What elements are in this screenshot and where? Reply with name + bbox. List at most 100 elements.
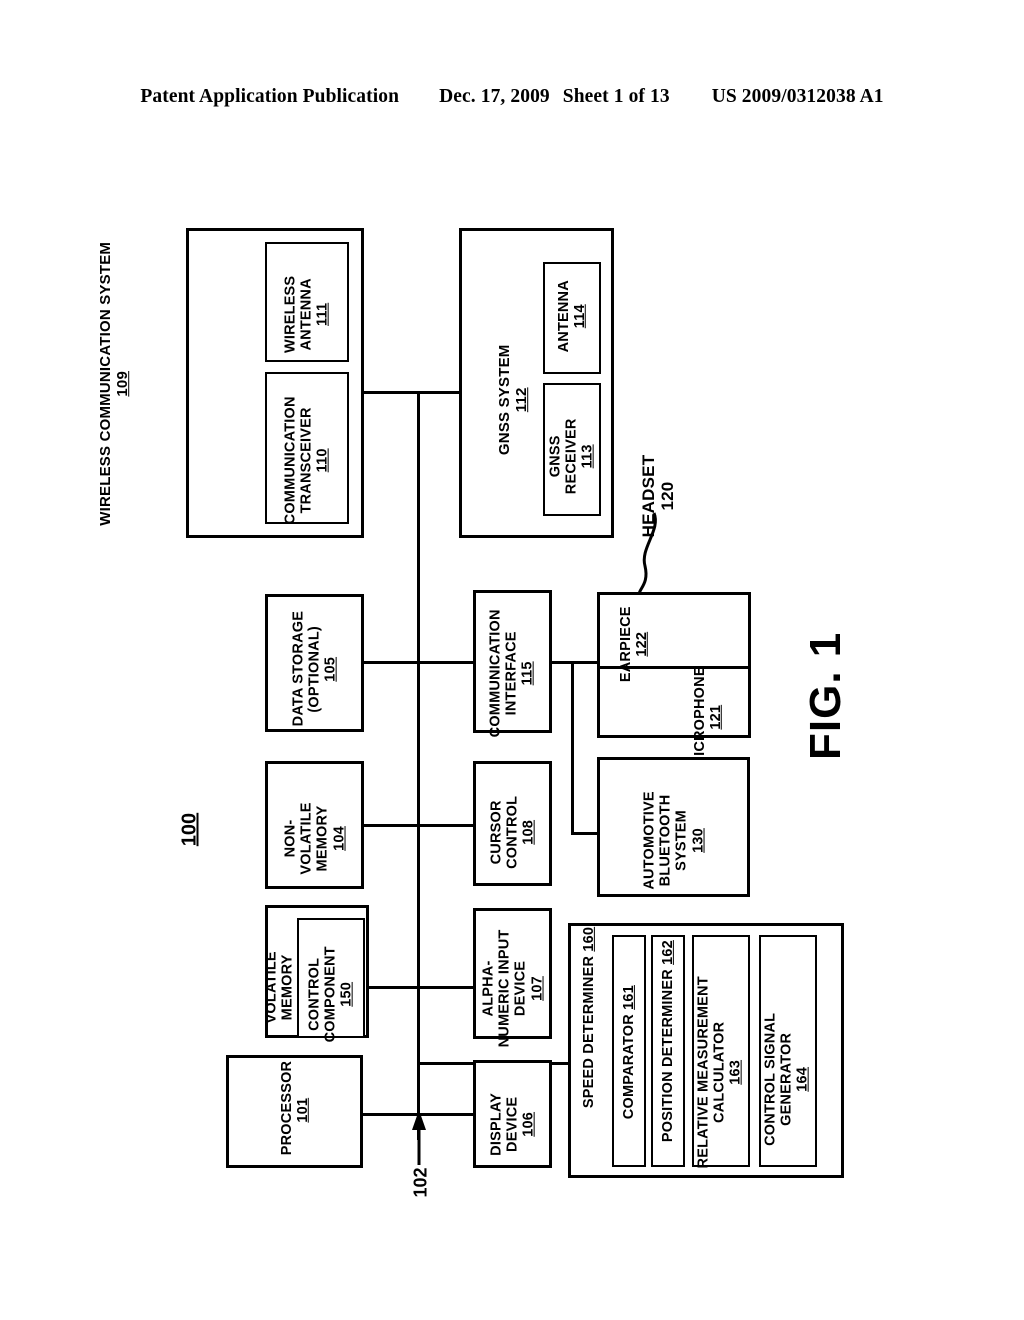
comparator-title: COMPARATOR [620, 1014, 637, 1120]
label-display-device: DISPLAY DEVICE 106 [489, 1081, 538, 1167]
link-wireless-to-gnss [362, 391, 461, 394]
automotive-bluetooth-line1: AUTOMOTIVE [641, 791, 658, 890]
volatile-memory-line1: VOLATILE [263, 951, 280, 1024]
gnss-receiver-line1: GNSS [547, 435, 564, 478]
label-gnss-system: GNSS SYSTEM 112 [496, 320, 531, 480]
label-non-volatile-memory: NON- VOLATILE MEMORY 104 [283, 793, 348, 883]
gnss-system-title: GNSS SYSTEM [496, 344, 514, 456]
label-headset-callout: HEADSET 120 [639, 441, 677, 551]
label-gnss-receiver: GNSS RECEIVER 113 [548, 411, 597, 501]
link-bus-to-communication-interface [417, 661, 475, 664]
system-ref-value: 100 [178, 812, 201, 847]
communication-interface-ref: 115 [520, 661, 537, 686]
wireless-antenna-line2: ANTENNA [298, 278, 315, 351]
link-bus-to-cursor-control [417, 824, 475, 827]
alphanumeric-input-ref: 107 [529, 976, 546, 1001]
antenna-ref: 114 [572, 304, 588, 329]
label-data-storage: DATA STORAGE (OPTIONAL) 105 [290, 610, 340, 727]
microphone-ref: 121 [708, 704, 724, 730]
volatile-memory-line2: MEMORY [279, 954, 296, 1021]
link-nonvolatile-memory-to-bus [362, 824, 420, 827]
processor-title: PROCESSOR [278, 1060, 295, 1156]
link-processor-to-bus [362, 1113, 420, 1116]
label-wireless-antenna: WIRELESS ANTENNA 111 [283, 261, 332, 367]
control-signal-generator-ref: 164 [795, 1066, 812, 1092]
gnss-receiver-ref: 113 [580, 444, 597, 469]
link-branch-to-bluetooth [571, 832, 598, 835]
data-storage-line1: DATA STORAGE [290, 610, 307, 727]
gnss-receiver-line2: RECEIVER [563, 418, 580, 495]
label-control-signal-generator: CONTROL SIGNAL GENERATOR 164 [763, 999, 812, 1159]
display-device-ref: 106 [521, 1111, 538, 1137]
processor-ref: 101 [295, 1097, 311, 1123]
earpiece-ref: 122 [634, 631, 650, 657]
label-control-component: CONTROL COMPONENT 150 [307, 939, 356, 1049]
non-volatile-memory-line1: NON- [282, 819, 299, 858]
link-communication-interface-to-headset [551, 661, 598, 664]
control-component-line2: COMPONENT [322, 946, 339, 1043]
comparator-ref: 161 [620, 985, 637, 1010]
control-component-line1: CONTROL [306, 957, 323, 1031]
gnss-system-ref: 112 [513, 387, 530, 413]
cursor-control-line1: CURSOR [488, 800, 505, 865]
label-cursor-control: CURSOR CONTROL 108 [489, 787, 538, 877]
link-branch-vertical-to-bluetooth [571, 661, 574, 835]
communication-transceiver-ref: 110 [315, 448, 332, 473]
headset-callout-ref: 120 [658, 481, 677, 511]
headset-callout-title: HEADSET [638, 454, 658, 538]
communication-transceiver-line2: TRANSCEIVER [298, 407, 315, 514]
alphanumeric-input-line3: DEVICE [513, 960, 529, 1017]
display-device-line1: DISPLAY [488, 1092, 505, 1156]
display-device-line2: DEVICE [504, 1096, 521, 1152]
wireless-communication-system-title: WIRELESS COMMUNICATION SYSTEM [97, 241, 115, 526]
position-determiner-ref: 162 [659, 940, 676, 965]
earpiece-title: EARPIECE [617, 606, 634, 683]
control-signal-generator-line2: GENERATOR [778, 1032, 795, 1126]
label-automotive-bluetooth-system: AUTOMOTIVE BLUETOOTH SYSTEM 130 [642, 788, 707, 892]
communication-interface-line1: COMMUNICATION [487, 609, 504, 738]
position-determiner-title: POSITION DETERMINER [659, 969, 676, 1143]
figure-1-block-diagram: WIRELESS COMMUNICATION SYSTEM 109 WIRELE… [0, 0, 1024, 1320]
label-processor: PROCESSOR 101 [279, 1061, 311, 1155]
microphone-title: MICROPHONE [691, 666, 708, 769]
bus-ref-102: 102 [411, 1158, 432, 1208]
label-communication-interface: COMMUNICATION INTERFACE 115 [488, 603, 537, 743]
wireless-communication-system-ref: 109 [114, 370, 131, 397]
alphanumeric-input-line2: NUMERIC INPUT [496, 929, 513, 1048]
link-data-storage-to-bus [362, 661, 420, 664]
communication-transceiver-line1: COMMUNICATION [282, 396, 299, 525]
automotive-bluetooth-line2: BLUETOOTH [657, 794, 674, 887]
label-communication-transceiver: COMMUNICATION TRANSCEIVER 110 [283, 390, 332, 530]
data-storage-line2: (OPTIONAL) [306, 626, 323, 713]
cursor-control-ref: 108 [521, 819, 538, 845]
automotive-bluetooth-ref: 130 [690, 828, 707, 853]
speed-determiner-ref: 160 [580, 926, 597, 952]
bus-ref-value: 102 [410, 1167, 431, 1198]
alphanumeric-input-line1: ALPHA- [480, 960, 497, 1017]
bus-line-vertical [417, 392, 420, 1140]
relative-measurement-line2: CALCULATOR [711, 1021, 728, 1124]
data-storage-ref: 105 [323, 656, 340, 682]
figure-caption: FIG. 1 [801, 631, 850, 760]
non-volatile-memory-line3: MEMORY [315, 805, 331, 872]
cursor-control-line2: CONTROL [504, 795, 521, 869]
relative-measurement-line1: RELATIVE MEASUREMENT [695, 976, 712, 1169]
non-volatile-memory-line2: VOLATILE [298, 802, 315, 875]
relative-measurement-ref: 163 [728, 1059, 745, 1085]
label-speed-determiner: SPEED DETERMINER 160 [580, 927, 597, 1109]
link-bus-to-display-device [417, 1113, 475, 1116]
control-signal-generator-line1: CONTROL SIGNAL [762, 1012, 779, 1146]
label-comparator: COMPARATOR 161 [621, 982, 637, 1122]
system-ref-100: 100 [179, 802, 202, 858]
label-antenna: ANTENNA 114 [556, 272, 588, 360]
label-wireless-communication-system: WIRELESS COMMUNICATION SYSTEM 109 [97, 214, 132, 554]
speed-determiner-title: SPEED DETERMINER [580, 955, 597, 1109]
label-earpiece: EARPIECE 122 [618, 602, 650, 686]
label-microphone: MICROPHONE 121 [692, 662, 724, 772]
control-component-ref: 150 [339, 981, 356, 1007]
link-bus-to-alphanumeric-input [417, 986, 475, 989]
communication-interface-line2: INTERFACE [503, 631, 520, 716]
link-volatile-memory-to-bus [362, 986, 420, 989]
label-relative-measurement-calculator: RELATIVE MEASUREMENT CALCULATOR 163 [696, 972, 745, 1172]
label-alphanumeric-input-device: ALPHA- NUMERIC INPUT DEVICE 107 [481, 927, 546, 1049]
